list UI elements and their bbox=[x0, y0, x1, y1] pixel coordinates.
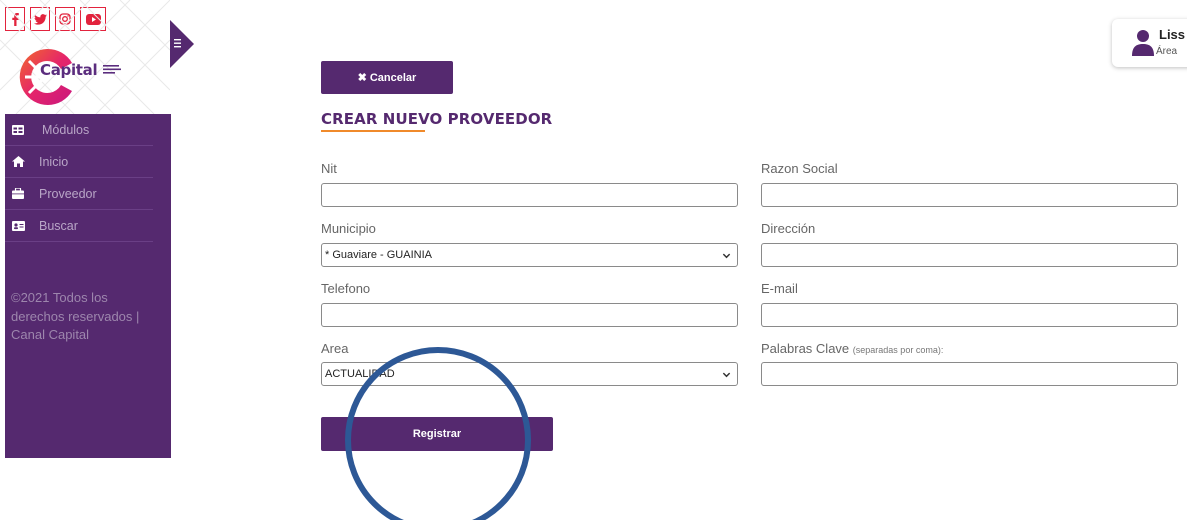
cancel-button[interactable]: ✖ Cancelar bbox=[321, 61, 453, 94]
telefono-label: Telefono bbox=[321, 281, 371, 296]
razon-social-label: Razon Social bbox=[761, 161, 838, 176]
sidebar-item-label: Buscar bbox=[39, 218, 78, 233]
municipio-select[interactable]: * Guaviare - GUAINIA bbox=[321, 243, 738, 267]
close-icon: ✖ bbox=[357, 72, 367, 84]
sidebar-item-label: Módulos bbox=[42, 122, 90, 137]
sidebar-item-modulos[interactable]: Módulos bbox=[5, 114, 153, 146]
direccion-label: Dirección bbox=[761, 221, 816, 236]
sidebar-item-label: Proveedor bbox=[39, 186, 97, 201]
municipio-label: Municipio bbox=[321, 221, 376, 236]
user-avatar-icon bbox=[1132, 30, 1154, 56]
register-button[interactable]: Registrar bbox=[321, 417, 553, 451]
telefono-field[interactable] bbox=[321, 303, 738, 327]
email-field[interactable] bbox=[761, 303, 1178, 327]
title-underline bbox=[321, 130, 425, 132]
direccion-field[interactable] bbox=[761, 243, 1178, 267]
nit-label: Nit bbox=[321, 161, 337, 176]
nit-field[interactable] bbox=[321, 183, 738, 207]
brand-name: Capital bbox=[40, 61, 98, 79]
home-icon bbox=[11, 156, 25, 168]
area-selected-value: ACTUALIDAD bbox=[325, 368, 395, 380]
sidebar-item-label: Inicio bbox=[39, 154, 69, 169]
palabras-clave-label: Palabras Clave (separadas por coma): bbox=[761, 341, 943, 356]
cancel-button-label: Cancelar bbox=[369, 71, 417, 84]
area-label: Area bbox=[321, 341, 349, 356]
sidebar-item-buscar[interactable]: Buscar bbox=[5, 210, 153, 242]
razon-social-field[interactable] bbox=[761, 183, 1178, 207]
briefcase-icon bbox=[11, 188, 25, 200]
page-title: CREAR NUEVO PROVEEDOR bbox=[321, 110, 553, 128]
user-role: Área bbox=[1156, 46, 1178, 57]
palabras-clave-field[interactable] bbox=[761, 362, 1178, 386]
palabras-clave-label-text: Palabras Clave bbox=[761, 341, 850, 356]
sidebar-footer-copyright: ©2021 Todos los derechos reservados | Ca… bbox=[11, 290, 140, 342]
area-select[interactable]: ACTUALIDAD bbox=[321, 362, 738, 386]
id-card-icon bbox=[11, 220, 25, 232]
brand-tagline-mark bbox=[103, 65, 121, 74]
register-button-label: Registrar bbox=[412, 428, 462, 440]
municipio-selected-value: * Guaviare - GUAINIA bbox=[325, 249, 432, 261]
email-label: E-mail bbox=[761, 281, 798, 296]
palabras-clave-hint: (separadas por coma): bbox=[852, 345, 944, 355]
menu-toggle-button[interactable] bbox=[170, 20, 194, 68]
logo-area: Capital bbox=[0, 0, 170, 114]
sidebar-item-proveedor[interactable]: Proveedor bbox=[5, 178, 153, 210]
chevron-down-icon bbox=[722, 372, 731, 378]
user-name: Liss bbox=[1159, 27, 1186, 42]
sidebar-item-inicio[interactable]: Inicio bbox=[5, 146, 153, 178]
modules-icon bbox=[11, 124, 25, 136]
user-profile-chip[interactable]: Liss Área bbox=[1112, 19, 1187, 67]
chevron-down-icon bbox=[722, 253, 731, 259]
sidebar: Módulos Inicio Proveedor Buscar ©2021 To… bbox=[5, 114, 171, 458]
